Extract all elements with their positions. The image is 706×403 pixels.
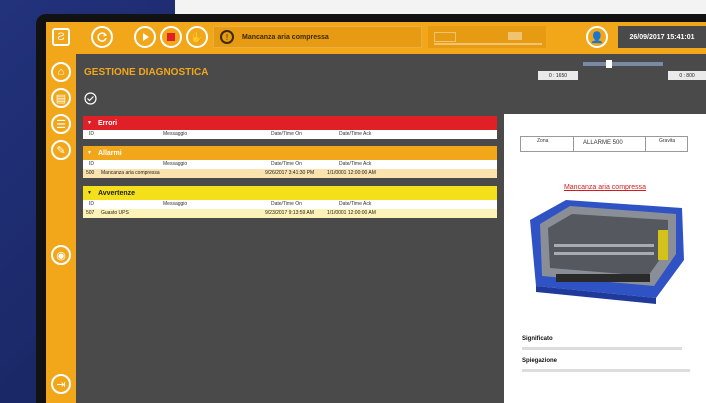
- col-id: ID: [89, 201, 94, 207]
- play-icon[interactable]: [134, 26, 156, 48]
- col-id: ID: [89, 161, 94, 167]
- alarm-document: Zona ALLARME 500 Gravita Mancanza aria c…: [504, 114, 706, 403]
- col-message: Messaggio: [163, 201, 188, 207]
- warnings-header[interactable]: ▼ Avvertenze: [83, 186, 497, 200]
- errors-title: Errori: [97, 119, 118, 127]
- collapse-icon: ▼: [87, 120, 92, 126]
- explanation-heading: Spiegazione: [522, 358, 558, 364]
- col-datetime-on: Date/Time On: [271, 131, 302, 137]
- zone-header: Zona: [537, 138, 549, 144]
- row-datetime-ack: 1/1/0001 12:00:00 AM: [327, 210, 376, 216]
- row-id: 500: [86, 170, 95, 176]
- table-divider-1: [573, 137, 574, 151]
- severity-header: Gravita: [659, 138, 676, 144]
- device-indicator-2: [508, 32, 522, 40]
- list-icon[interactable]: ☰: [51, 114, 71, 134]
- diagnostic-icon[interactable]: ◉: [51, 245, 71, 265]
- collapse-icon: ▼: [87, 150, 92, 156]
- col-datetime-ack: Date/Time Ack: [339, 131, 372, 137]
- col-datetime-ack: Date/Time Ack: [339, 161, 372, 167]
- row-datetime-ack: 1/1/0001 12:00:00 AM: [327, 170, 376, 176]
- hand-icon[interactable]: ✋: [186, 26, 208, 48]
- col-datetime-on: Date/Time On: [271, 161, 302, 167]
- meaning-heading: Significato: [522, 336, 553, 342]
- readout-right: 0 : 800: [668, 71, 706, 80]
- readout-left: 0 : 1650: [538, 71, 578, 80]
- alert-message: Mancanza aria compressa: [242, 33, 329, 41]
- row-datetime-on: 9/23/2017 9:13:59 AM: [265, 210, 314, 216]
- alarms-title: Allarmi: [97, 149, 122, 157]
- zoom-slider[interactable]: [583, 62, 663, 66]
- page-title: GESTIONE DIAGNOSTICA: [84, 67, 209, 78]
- user-icon[interactable]: 👤: [582, 26, 612, 48]
- device-indicator-1: [434, 32, 456, 42]
- collapse-icon: ▼: [87, 190, 92, 196]
- row-id: 507: [86, 210, 95, 216]
- col-message: Messaggio: [163, 161, 188, 167]
- table-row[interactable]: 500 Mancanza aria compressa 9/26/2017 3:…: [83, 169, 497, 178]
- warning-icon: !: [220, 30, 234, 44]
- warnings-column-headers: ID Messaggio Date/Time On Date/Time Ack: [83, 200, 497, 209]
- warnings-panel: ▼ Avvertenze ID Messaggio Date/Time On D…: [83, 186, 497, 218]
- zoom-slider-handle[interactable]: [606, 60, 612, 68]
- table-row[interactable]: 507 Guasto UPS 9/23/2017 9:13:59 AM 1/1/…: [83, 209, 497, 218]
- row-message: Guasto UPS: [101, 210, 129, 216]
- warnings-title: Avvertenze: [97, 189, 136, 197]
- acknowledge-icon[interactable]: [84, 92, 97, 105]
- logo-icon: Ƨ: [52, 28, 70, 46]
- machine-image: [526, 194, 688, 306]
- col-id: ID: [89, 131, 94, 137]
- home-icon[interactable]: ⌂: [51, 62, 71, 82]
- errors-header[interactable]: ▼ Errori: [83, 116, 497, 130]
- row-datetime-on: 9/26/2017 3:41:30 PM: [265, 170, 315, 176]
- alarms-column-headers: ID Messaggio Date/Time On Date/Time Ack: [83, 160, 497, 169]
- explanation-text: [522, 369, 690, 372]
- errors-column-headers: ID Messaggio Date/Time On Date/Time Ack: [83, 130, 497, 139]
- table-divider-2: [645, 137, 646, 151]
- background-top: [175, 0, 706, 14]
- col-datetime-on: Date/Time On: [271, 201, 302, 207]
- alarm-code: ALLARME 500: [583, 140, 623, 146]
- wrench-icon[interactable]: ✎: [51, 140, 71, 160]
- alarms-panel: ▼ Allarmi ID Messaggio Date/Time On Date…: [83, 146, 497, 178]
- device-indicator-3: [434, 43, 542, 45]
- alarm-info-table: Zona ALLARME 500 Gravita: [520, 136, 688, 152]
- exit-icon[interactable]: ⇥: [51, 374, 71, 394]
- document-title: Mancanza aria compressa: [563, 184, 647, 191]
- meaning-text: [522, 347, 682, 350]
- stop-icon[interactable]: [160, 26, 182, 48]
- alert-bar[interactable]: ! Mancanza aria compressa: [213, 26, 422, 48]
- errors-panel: ▼ Errori ID Messaggio Date/Time On Date/…: [83, 116, 497, 139]
- datetime: 26/09/2017 15:41:01: [618, 26, 706, 48]
- col-datetime-ack: Date/Time Ack: [339, 201, 372, 207]
- reset-icon[interactable]: [91, 26, 113, 48]
- col-message: Messaggio: [163, 131, 188, 137]
- row-message: Mancanza aria compressa: [101, 170, 160, 176]
- device-status-bar: [428, 26, 546, 48]
- hmi-screen: Ƨ ⌂ ▤ ☰ ✎ ◉ ⇥ ✋ ! Mancanza aria compress…: [46, 22, 706, 403]
- alarms-header[interactable]: ▼ Allarmi: [83, 146, 497, 160]
- machine-icon[interactable]: ▤: [51, 88, 71, 108]
